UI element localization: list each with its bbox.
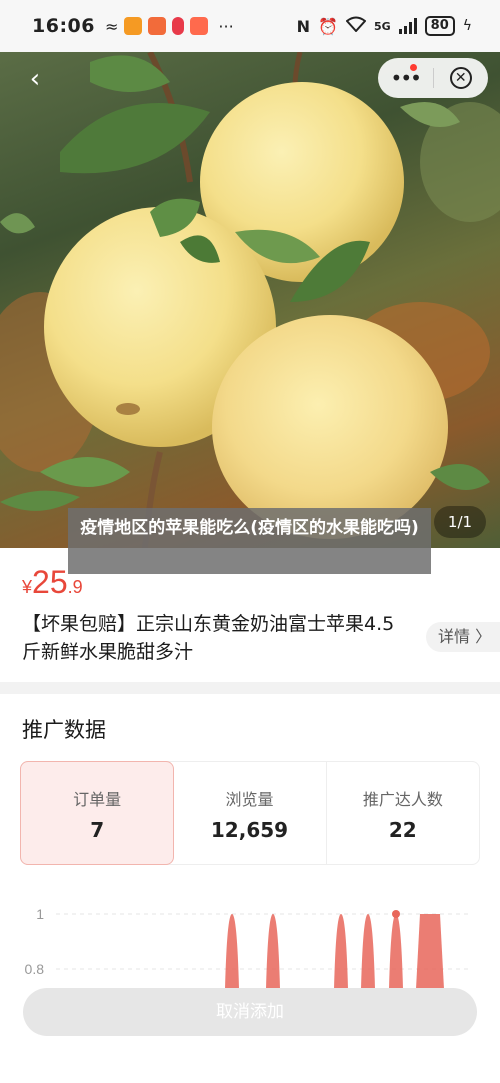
signal-icon [398,18,417,34]
status-bar: 16:06 ≈ ··· N ⏰ 5G 80 ϟ [0,0,500,52]
wave-icon: ≈ [104,16,119,36]
chart-peak [334,914,348,989]
stat-tab-orders[interactable]: 订单量 7 [20,761,175,865]
app-notification-icon [172,17,185,35]
chart-point [392,910,400,918]
product-image[interactable]: ‹ ••• ✕ 1/1 [0,52,500,548]
more-options-button[interactable]: ••• [378,64,433,90]
stat-tab-views[interactable]: 浏览量 12,659 [173,762,327,864]
alarm-icon: ⏰ [318,16,338,36]
stat-label: 浏览量 [225,790,274,809]
app-notification-icon [124,17,143,35]
stat-label: 推广达人数 [362,790,443,809]
app-notification-icon [190,17,209,35]
mini-program-capsule: ••• ✕ [378,58,488,98]
y-tick-label: 1 [36,906,44,922]
promo-title: 推广数据 [22,718,106,742]
close-icon: ✕ [449,67,472,89]
chart-peak [266,914,280,989]
app-notification-icon [148,17,167,35]
battery-icon: 80 [424,16,455,36]
cancel-add-button[interactable]: 取消添加 [23,988,477,1036]
stat-value: 7 [90,818,105,842]
article-title: 疫情地区的苹果能吃么(疫情区的水果能吃吗) [68,508,431,574]
more-notifications-icon: ··· [218,16,234,36]
price-decimal: .9 [67,577,83,597]
product-name: 【坏果包赔】正宗山东黄金奶油富士苹果4.5斤新鲜水果脆甜多汁 [22,613,395,663]
stat-tab-promoters[interactable]: 推广达人数 22 [327,762,479,864]
chart-peak [361,914,375,989]
chart-peak [416,914,444,989]
price-integer: 25 [32,564,68,600]
apples-illustration [0,52,500,548]
chart-peak [389,914,403,989]
status-time: 16:06 [32,15,95,37]
chart-peak [225,914,239,989]
wifi-icon [345,16,367,36]
price-symbol: ¥ [22,577,33,597]
stat-value: 22 [388,818,417,842]
notification-icons: ≈ ··· [105,17,234,36]
stat-value: 12,659 [210,818,289,842]
stat-label: 订单量 [73,790,122,809]
stats-tabs: 订单量 7 浏览量 12,659 推广达人数 22 [20,761,480,865]
close-button[interactable]: ✕ [433,67,488,89]
back-button[interactable]: ‹ [18,62,52,96]
nfc-icon: N [296,16,311,36]
status-indicators: N ⏰ 5G 80 ϟ [297,16,472,36]
network-type: 5G [373,19,391,33]
page-indicator: 1/1 [434,506,486,538]
detail-button[interactable]: 详情 〉 [426,622,500,652]
charging-icon: ϟ [462,18,472,34]
notification-dot [409,64,417,71]
y-tick-label: 0.8 [25,961,45,977]
